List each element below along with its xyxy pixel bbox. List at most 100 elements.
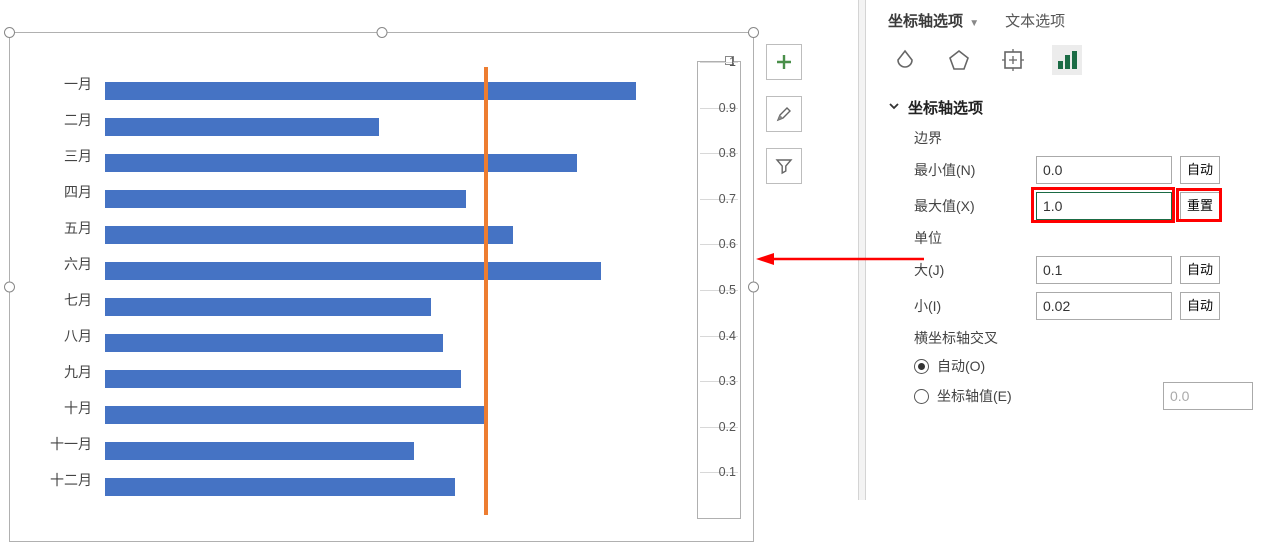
chart-elements-button[interactable]	[766, 44, 802, 80]
bar-row	[105, 74, 688, 110]
format-axis-pane: 坐标轴选项 ▼ 文本选项 坐标轴选项 边界 最小值(N) 自动	[870, 0, 1271, 500]
paintbrush-icon	[775, 105, 793, 123]
cross-value-label: 坐标轴值(E)	[937, 386, 1012, 406]
min-row: 最小值(N) 自动	[914, 156, 1271, 184]
secondary-tick-label: 0.5	[719, 283, 736, 297]
funnel-icon	[775, 157, 793, 175]
data-bar[interactable]	[105, 154, 577, 172]
min-auto-button[interactable]: 自动	[1180, 156, 1220, 184]
plot-area[interactable]	[105, 61, 688, 519]
plus-icon	[775, 53, 793, 71]
axis-options-icon[interactable]	[1052, 45, 1082, 75]
resize-handle-mr[interactable]	[748, 282, 759, 293]
secondary-tick-label: 0.9	[719, 101, 736, 115]
category-label: 一月	[10, 66, 98, 102]
minor-unit-row: 小(I) 自动	[914, 292, 1271, 320]
bounds-heading: 边界	[914, 128, 1271, 148]
category-label: 三月	[10, 138, 98, 174]
category-label: 八月	[10, 318, 98, 354]
max-reset-button[interactable]: 重置	[1180, 192, 1220, 220]
effects-icon[interactable]	[944, 45, 974, 75]
data-bar[interactable]	[105, 334, 443, 352]
bar-row	[105, 398, 688, 434]
bar-row	[105, 146, 688, 182]
min-input[interactable]	[1036, 156, 1172, 184]
bar-row	[105, 110, 688, 146]
fill-line-icon[interactable]	[890, 45, 920, 75]
secondary-tick-label: 1	[729, 55, 736, 69]
data-bar[interactable]	[105, 118, 379, 136]
secondary-tick-label: 0.6	[719, 237, 736, 251]
resize-handle-tc[interactable]	[376, 27, 387, 38]
major-input[interactable]	[1036, 256, 1172, 284]
radio-icon	[914, 359, 929, 374]
category-label: 四月	[10, 174, 98, 210]
data-bar[interactable]	[105, 226, 513, 244]
bar-row	[105, 362, 688, 398]
max-input[interactable]	[1036, 192, 1172, 220]
major-auto-button[interactable]: 自动	[1180, 256, 1220, 284]
category-label: 十月	[10, 390, 98, 426]
pane-splitter[interactable]	[858, 0, 866, 500]
data-bar[interactable]	[105, 478, 455, 496]
data-bar[interactable]	[105, 406, 484, 424]
data-bar[interactable]	[105, 442, 414, 460]
category-label: 十一月	[10, 426, 98, 462]
bar-row	[105, 326, 688, 362]
cross-value-input[interactable]	[1163, 382, 1253, 410]
cross-heading: 横坐标轴交叉	[914, 328, 1271, 348]
max-row: 最大值(X) 重置	[914, 192, 1271, 220]
resize-handle-tl[interactable]	[4, 27, 15, 38]
bar-row	[105, 470, 688, 506]
units-heading: 单位	[914, 228, 1271, 248]
data-series-bars[interactable]	[105, 74, 688, 519]
cross-auto-radio[interactable]: 自动(O)	[914, 356, 1271, 376]
secondary-tick-label: 0.7	[719, 192, 736, 206]
category-label: 十二月	[10, 462, 98, 498]
axis-options-section-label: 坐标轴选项	[908, 97, 983, 118]
bar-row	[105, 434, 688, 470]
chart-object[interactable]: 一月二月三月四月五月六月七月八月九月十月十一月十二月 1 0.9 0.8 0.7 0.6…	[9, 32, 754, 542]
chevron-down-icon	[888, 99, 900, 116]
axis-options-section[interactable]: 坐标轴选项	[888, 97, 1271, 118]
category-label: 二月	[10, 102, 98, 138]
pane-category-icons	[888, 45, 1271, 75]
data-bar[interactable]	[105, 190, 466, 208]
cross-value-radio[interactable]: 坐标轴值(E)	[914, 382, 1271, 410]
secondary-tick-label: 0.4	[719, 329, 736, 343]
chart-styles-button[interactable]	[766, 96, 802, 132]
chart-filters-button[interactable]	[766, 148, 802, 184]
min-label: 最小值(N)	[914, 160, 1036, 180]
bar-row	[105, 182, 688, 218]
category-label: 七月	[10, 282, 98, 318]
minor-input[interactable]	[1036, 292, 1172, 320]
data-bar[interactable]	[105, 298, 431, 316]
max-label: 最大值(X)	[914, 196, 1036, 216]
data-bar[interactable]	[105, 370, 461, 388]
tab-text-options[interactable]: 文本选项	[1005, 10, 1065, 31]
major-unit-row: 大(J) 自动	[914, 256, 1271, 284]
size-properties-icon[interactable]	[998, 45, 1028, 75]
major-label: 大(J)	[914, 260, 1036, 280]
chart-floating-toolbar	[766, 44, 802, 184]
secondary-tick-label: 0.2	[719, 420, 736, 434]
data-bar[interactable]	[105, 82, 636, 100]
caret-down-icon: ▼	[969, 18, 979, 29]
average-reference-line[interactable]	[484, 67, 488, 515]
secondary-tick-label: 0.3	[719, 374, 736, 388]
category-label: 九月	[10, 354, 98, 390]
category-axis-labels: 一月二月三月四月五月六月七月八月九月十月十一月十二月	[10, 66, 98, 498]
category-label: 六月	[10, 246, 98, 282]
tab-axis-options-label: 坐标轴选项	[888, 13, 963, 30]
radio-icon	[914, 389, 929, 404]
bar-row	[105, 254, 688, 290]
secondary-axis[interactable]: 10.90.80.70.60.50.40.30.20.1	[697, 61, 741, 519]
tab-axis-options[interactable]: 坐标轴选项 ▼	[888, 10, 979, 31]
secondary-tick-label: 0.1	[719, 465, 736, 479]
data-bar[interactable]	[105, 262, 601, 280]
category-label: 五月	[10, 210, 98, 246]
minor-auto-button[interactable]: 自动	[1180, 292, 1220, 320]
resize-handle-tr[interactable]	[748, 27, 759, 38]
minor-label: 小(I)	[914, 296, 1036, 316]
secondary-tick-label: 0.8	[719, 146, 736, 160]
